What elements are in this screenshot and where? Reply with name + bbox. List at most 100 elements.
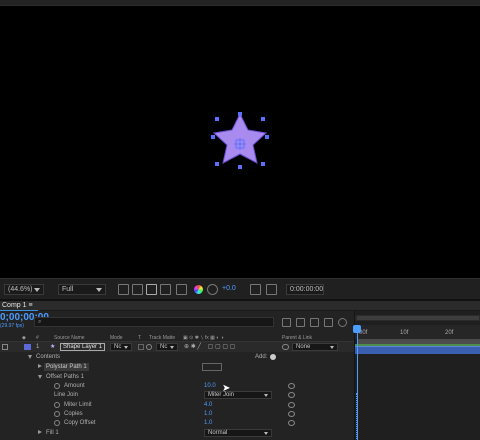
layer-number: 1: [36, 344, 40, 350]
motion-blur-icon[interactable]: [338, 318, 347, 327]
polystar-path-label[interactable]: Polystar Path 1: [44, 363, 89, 371]
frame-rate: (29.97 fps): [0, 323, 24, 329]
ruler-tick-10: 10f: [400, 330, 409, 336]
contents-label: Contents: [36, 354, 61, 360]
expand-polystar-icon[interactable]: [38, 364, 42, 368]
fill-blend-value: Normal: [208, 430, 228, 436]
resolution-value: Full: [62, 286, 74, 293]
matte-icon: [146, 344, 152, 350]
mode-value: Nc: [114, 344, 122, 350]
zoom-dropdown[interactable]: (44.6%): [4, 284, 44, 295]
fill-label: Fill 1: [46, 430, 59, 436]
resolution-dropdown[interactable]: Full: [58, 284, 106, 295]
matte-value: Nc: [160, 344, 168, 350]
camera-snapshot-icon[interactable]: [250, 284, 261, 295]
column-num: #: [36, 335, 39, 341]
handle-top-left: [215, 117, 219, 121]
line-join-expression-pickwhip-icon[interactable]: [288, 392, 295, 398]
copy-offset-row[interactable]: Copy Offset 1.0: [0, 418, 354, 428]
star-shape[interactable]: [206, 110, 274, 176]
layer-duration-bar[interactable]: [355, 346, 480, 354]
keyframe-markers: [356, 393, 359, 439]
copy-offset-stopwatch-icon[interactable]: [54, 420, 60, 426]
track-matte-dropdown[interactable]: Nc: [156, 343, 178, 351]
handle-left: [211, 135, 215, 139]
fill-row[interactable]: Fill 1 Normal: [0, 428, 354, 438]
viewer-timecode[interactable]: 0:00:00:00: [286, 284, 324, 295]
layer-search-input[interactable]: ⌕: [34, 317, 274, 327]
switches-icons: ▣ ⊙ ✱ ∖ fx ▦ ◐ ◑: [183, 335, 224, 341]
composition-viewer[interactable]: [0, 6, 480, 278]
exposure-value[interactable]: +0.0: [222, 285, 236, 292]
time-navigator[interactable]: [355, 315, 480, 321]
fast-previews-icon[interactable]: [176, 284, 187, 295]
expand-offset-paths-icon[interactable]: [38, 375, 42, 379]
color-channel-icon[interactable]: [194, 285, 203, 294]
exposure-reset-icon[interactable]: [207, 284, 218, 295]
amount-stopwatch-icon[interactable]: [54, 383, 60, 389]
time-ruler[interactable]: 00f 10f 20f: [355, 325, 480, 339]
column-t: T: [138, 335, 142, 341]
mouse-cursor-icon: ➤: [222, 383, 231, 394]
time-navigator-range[interactable]: [357, 316, 479, 320]
work-area-bar[interactable]: [357, 339, 480, 344]
copy-offset-label: Copy Offset: [64, 420, 96, 426]
column-mode[interactable]: Mode: [110, 335, 123, 341]
layer-switches[interactable]: ⊕ ✱ ╱ ▢ ▢ ▢ ▢: [184, 342, 235, 352]
add-plus-icon[interactable]: [270, 354, 276, 360]
shy-layers-icon[interactable]: [310, 318, 319, 327]
layer-name[interactable]: Shape Layer 1: [60, 343, 106, 351]
pick-whip-icon[interactable]: [282, 344, 289, 350]
timeline-graph[interactable]: 00f 10f 20f: [353, 311, 480, 440]
parent-dropdown[interactable]: None: [292, 343, 338, 351]
column-parent-link[interactable]: Parent & Link: [282, 335, 312, 341]
region-of-interest-icon[interactable]: [118, 284, 129, 295]
handle-top-right: [261, 117, 265, 121]
column-source-name[interactable]: Source Name: [54, 335, 85, 341]
copies-expression-pickwhip-icon[interactable]: [288, 411, 295, 417]
handle-bottom: [238, 165, 242, 169]
copy-offset-expression-pickwhip-icon[interactable]: [288, 420, 295, 426]
zoom-value: (44.6%): [8, 286, 33, 293]
draft-3d-icon[interactable]: [296, 318, 305, 327]
copies-stopwatch-icon[interactable]: [54, 411, 60, 417]
parent-value: None: [296, 344, 311, 350]
line-join-row[interactable]: Line Join Miter Join ➤: [0, 384, 354, 400]
line-join-label: Line Join: [54, 392, 79, 398]
column-track-matte[interactable]: Track Matte: [149, 335, 175, 341]
handle-right: [265, 135, 269, 139]
viewer-toolbar: (44.6%) Full +0.0 0:00:00:00: [0, 278, 480, 299]
handle-top: [238, 112, 242, 116]
polystar-path-row[interactable]: Polystar Path 1: [0, 362, 354, 372]
expand-contents-icon[interactable]: [28, 355, 32, 359]
fill-blend-mode-dropdown[interactable]: Normal: [204, 429, 272, 437]
miter-limit-stopwatch-icon[interactable]: [54, 402, 60, 408]
handle-bottom-right: [261, 162, 265, 166]
grid-icon[interactable]: [132, 284, 143, 295]
mode-dropdown[interactable]: Nc: [110, 343, 132, 351]
line-join-dropdown[interactable]: Miter Join: [204, 391, 272, 399]
expand-fill-icon[interactable]: [38, 430, 42, 434]
layer-row-1[interactable]: 1 ★ Shape Layer 1 Nc Nc ⊕ ✱ ╱ ▢ ▢ ▢ ▢ No…: [0, 342, 354, 352]
show-snapshot-icon[interactable]: [266, 284, 277, 295]
miter-limit-expression-pickwhip-icon[interactable]: [288, 402, 295, 408]
copy-offset-value[interactable]: 1.0: [204, 418, 212, 428]
amount-expression-pickwhip-icon[interactable]: [288, 383, 295, 389]
preserve-transparency-toggle[interactable]: [138, 344, 144, 350]
label-color-swatch[interactable]: [24, 344, 31, 350]
visibility-icon[interactable]: [2, 344, 8, 350]
handle-bottom-left: [215, 162, 219, 166]
label-column-icon: ◆: [22, 335, 26, 341]
comp-mini-flowchart-icon[interactable]: [282, 318, 291, 327]
anchor-point-icon: [234, 138, 246, 150]
frame-blending-icon[interactable]: [324, 318, 333, 327]
tab-label: Comp 1: [2, 302, 27, 309]
playhead-handle[interactable]: [353, 325, 361, 333]
path-direction-icon[interactable]: [202, 363, 222, 371]
transparency-grid-icon[interactable]: [146, 284, 157, 295]
mask-visibility-icon[interactable]: [160, 284, 171, 295]
star-shape-layer[interactable]: [206, 110, 274, 176]
contents-row[interactable]: Contents Add:: [0, 352, 354, 362]
ruler-tick-20: 20f: [445, 330, 454, 336]
add-label: Add:: [255, 354, 268, 360]
